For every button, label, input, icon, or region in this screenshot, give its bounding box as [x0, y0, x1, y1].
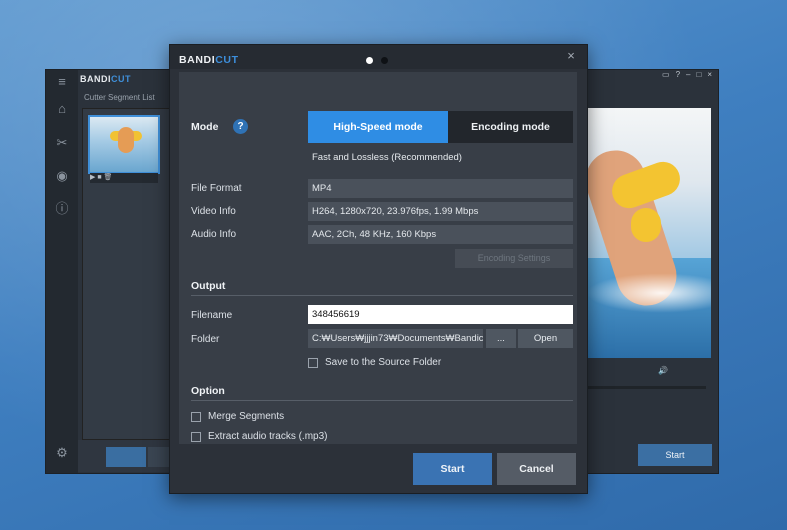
segment-list-panel: ▶ ■ 🗑 — [82, 108, 174, 440]
background-save-button[interactable] — [148, 447, 170, 467]
menu-icon[interactable]: ≡ — [54, 74, 70, 90]
segment-thumbnail[interactable] — [88, 115, 160, 174]
background-window-controls: ▭?–□× — [662, 70, 718, 79]
dialog-logo: BANDICUT — [179, 54, 239, 66]
background-start-button[interactable]: Start — [638, 444, 712, 466]
save-to-source-checkbox[interactable] — [308, 358, 318, 368]
extract-audio-checkbox[interactable] — [191, 432, 201, 442]
output-separator — [191, 295, 573, 296]
option-separator — [191, 400, 573, 401]
settings-icon[interactable]: ⚙ — [54, 445, 70, 461]
info-icon[interactable]: ⓘ — [54, 201, 70, 217]
merge-segments-label: Merge Segments — [208, 411, 285, 422]
video-info-label: Video Info — [191, 206, 236, 217]
encoding-mode-button[interactable]: Encoding mode — [448, 111, 573, 143]
extract-audio-label: Extract audio tracks (.mp3) — [208, 431, 328, 442]
volume-icon[interactable]: 🔊 — [658, 366, 710, 375]
encoding-settings-button[interactable]: Encoding Settings — [455, 249, 573, 268]
filename-field[interactable] — [308, 305, 573, 324]
page-dot-active[interactable] — [366, 57, 373, 64]
audio-info-label: Audio Info — [191, 229, 237, 240]
home-icon[interactable]: ⌂ — [54, 101, 70, 117]
option-title: Option — [191, 385, 225, 397]
stop-icon[interactable]: ■ — [97, 174, 101, 181]
preview-float-head — [631, 208, 661, 242]
mode-description: Fast and Lossless (Recommended) — [312, 152, 462, 163]
segment-controls: ▶ ■ 🗑 — [90, 173, 158, 183]
encoder-icon[interactable]: ◉ — [54, 168, 70, 184]
delete-icon[interactable]: 🗑 — [104, 174, 113, 181]
close-icon[interactable]: × — [564, 49, 578, 63]
background-sidebar: ≡ ⌂ ✂ ◉ ⓘ ⚙ — [46, 70, 78, 473]
encoding-dialog: BANDICUT × Mode ? High-Speed mode Encodi… — [169, 44, 588, 494]
help-icon[interactable]: ? — [233, 119, 248, 134]
merge-segments-checkbox[interactable] — [191, 412, 201, 422]
filename-label: Filename — [191, 310, 233, 321]
save-to-source-label: Save to the Source Folder — [325, 357, 442, 368]
start-button[interactable]: Start — [413, 453, 492, 485]
open-folder-button[interactable]: Open — [518, 329, 573, 348]
file-format-value: MP4 — [308, 179, 573, 198]
folder-label: Folder — [191, 334, 220, 345]
preview-splash — [586, 273, 711, 313]
segment-list-title: Cutter Segment List — [84, 93, 155, 102]
output-title: Output — [191, 280, 226, 292]
dialog-body: Mode ? High-Speed mode Encoding mode Fas… — [179, 72, 577, 444]
file-format-label: File Format — [191, 183, 242, 194]
play-icon[interactable]: ▶ — [90, 174, 95, 181]
cancel-button[interactable]: Cancel — [497, 453, 576, 485]
mode-label: Mode — [191, 121, 219, 133]
folder-field[interactable]: C:₩Users₩jjjin73₩Documents₩Bandicut — [308, 329, 483, 348]
browse-folder-button[interactable]: ... — [486, 329, 516, 348]
background-open-button[interactable] — [106, 447, 146, 467]
page-dot-inactive[interactable] — [381, 57, 388, 64]
background-seek-bar[interactable] — [586, 386, 706, 389]
video-info-value: H264, 1280x720, 23.976fps, 1.99 Mbps — [308, 202, 573, 221]
high-speed-mode-button[interactable]: High-Speed mode — [308, 111, 448, 143]
video-preview — [586, 108, 711, 358]
background-logo: BANDICUT — [80, 74, 131, 84]
audio-info-value: AAC, 2Ch, 48 KHz, 160 Kbps — [308, 225, 573, 244]
dialog-header: BANDICUT × — [170, 45, 587, 69]
cutter-icon[interactable]: ✂ — [54, 135, 70, 151]
thumbnail-subject — [118, 127, 134, 153]
